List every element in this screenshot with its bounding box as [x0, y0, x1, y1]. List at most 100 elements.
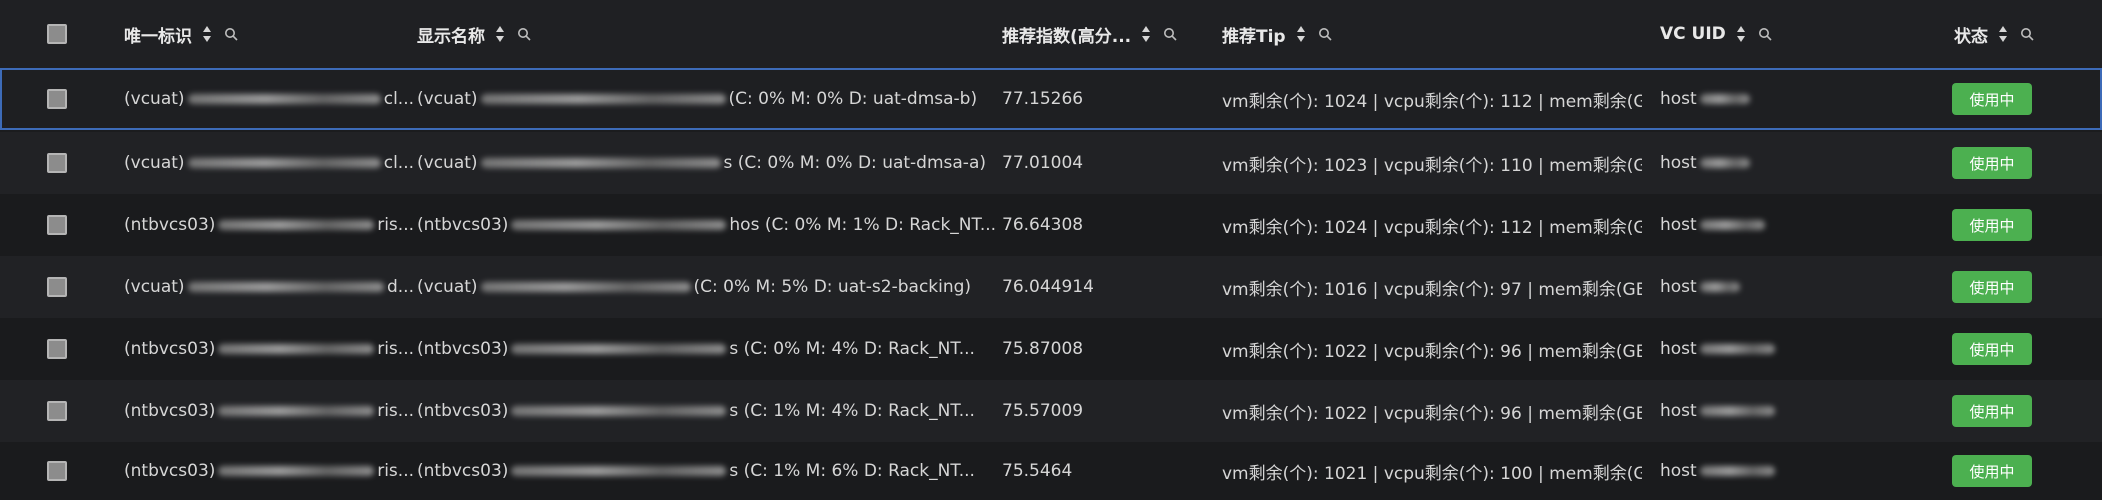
sort-icon[interactable] [495, 25, 505, 43]
redacted-text [218, 406, 375, 416]
redacted-text [511, 344, 727, 354]
id-suffix: d... [386, 277, 414, 297]
header-label: 唯一标识 [124, 26, 192, 47]
header-label: 状态 [1954, 26, 1988, 47]
table-header: 唯一标识 显示名称 推荐指数(高分... 推荐Tip VC UID 状态 [0, 0, 2102, 69]
display-name-cell: (vcuat) (C: 0% M: 5% D: uat-s2-backing) [417, 256, 997, 318]
search-icon[interactable] [224, 27, 238, 41]
table-row[interactable]: (ntbvcs03) ris... (ntbvcs03) hos (C: 0% … [0, 194, 2102, 257]
search-icon[interactable] [517, 27, 531, 41]
tip-cell: vm剩余(个): 1021 | vcpu剩余(个): 100 | mem剩余(G… [1222, 463, 1642, 484]
status-cell: 使用中 [1952, 256, 2072, 318]
status-badge: 使用中 [1952, 209, 2032, 241]
table-row[interactable]: (ntbvcs03) ris... (ntbvcs03) s (C: 1% M:… [0, 380, 2102, 443]
id-suffix: cl... [383, 89, 414, 109]
redacted-text [1699, 94, 1750, 104]
sort-icon[interactable] [1998, 25, 2008, 43]
vc-uid-prefix: host [1660, 153, 1697, 173]
redacted-text [187, 282, 384, 292]
score-cell: 76.64308 [1002, 215, 1084, 235]
redacted-text [1699, 282, 1740, 292]
row-select-cell[interactable] [47, 318, 87, 380]
vc-uid-prefix: host [1660, 89, 1697, 109]
redacted-text [480, 94, 726, 104]
header-tip: 推荐Tip [1222, 0, 1622, 68]
row-select-cell[interactable] [47, 70, 87, 128]
vc-uid-cell: host [1660, 256, 1860, 318]
name-prefix: (vcuat) [417, 89, 478, 109]
select-all-checkbox[interactable] [47, 24, 67, 44]
table-row[interactable]: (ntbvcs03) ris... (ntbvcs03) s (C: 0% M:… [0, 318, 2102, 381]
status-badge: 使用中 [1952, 83, 2032, 115]
table-row[interactable]: (vcuat) cl... (vcuat) (C: 0% M: 0% D: ua… [0, 68, 2102, 130]
vc-uid-prefix: host [1660, 215, 1697, 235]
sort-icon[interactable] [1141, 25, 1151, 43]
row-checkbox[interactable] [47, 89, 67, 109]
select-all-cell[interactable] [47, 0, 87, 68]
vc-uid-prefix: host [1660, 339, 1697, 359]
row-checkbox[interactable] [47, 215, 67, 235]
tip-cell: vm剩余(个): 1022 | vcpu剩余(个): 96 | mem剩余(GB… [1222, 403, 1642, 424]
row-select-cell[interactable] [47, 442, 87, 500]
vc-uid-cell: host [1660, 318, 1860, 380]
redacted-text [480, 282, 691, 292]
row-select-cell[interactable] [47, 194, 87, 256]
tip-cell: vm剩余(个): 1016 | vcpu剩余(个): 97 | mem剩余(GB… [1222, 279, 1642, 300]
unique-id-cell: (vcuat) d... [124, 256, 414, 318]
tip-cell: vm剩余(个): 1024 | vcpu剩余(个): 112 | mem剩余(G… [1222, 217, 1642, 238]
table-row[interactable]: (ntbvcs03) ris... (ntbvcs03) s (C: 1% M:… [0, 442, 2102, 500]
search-icon[interactable] [1163, 27, 1177, 41]
vc-uid-prefix: host [1660, 277, 1697, 297]
display-name-cell: (ntbvcs03) hos (C: 0% M: 1% D: Rack_NT..… [417, 194, 997, 256]
status-badge: 使用中 [1952, 395, 2032, 427]
row-checkbox[interactable] [47, 277, 67, 297]
redacted-text [1699, 406, 1775, 416]
table-row[interactable]: (vcuat) cl... (vcuat) s (C: 0% M: 0% D: … [0, 132, 2102, 195]
name-suffix: s (C: 1% M: 6% D: Rack_NT... [729, 461, 975, 481]
id-suffix: ris... [377, 461, 414, 481]
redacted-text [187, 158, 381, 168]
sort-icon[interactable] [1736, 25, 1746, 43]
tip-cell: vm剩余(个): 1024 | vcpu剩余(个): 112 | mem剩余(G… [1222, 91, 1642, 112]
search-icon[interactable] [2020, 27, 2034, 41]
unique-id-cell: (ntbvcs03) ris... [124, 442, 414, 500]
display-name-cell: (ntbvcs03) s (C: 1% M: 6% D: Rack_NT... [417, 442, 997, 500]
redacted-text [1699, 344, 1775, 354]
id-prefix: (ntbvcs03) [124, 215, 216, 235]
id-prefix: (vcuat) [124, 277, 185, 297]
row-select-cell[interactable] [47, 132, 87, 194]
row-select-cell[interactable] [47, 380, 87, 442]
header-label: 显示名称 [417, 26, 485, 47]
sort-icon[interactable] [202, 25, 212, 43]
name-suffix: s (C: 0% M: 4% D: Rack_NT... [729, 339, 975, 359]
display-name-cell: (ntbvcs03) s (C: 1% M: 4% D: Rack_NT... [417, 380, 997, 442]
redacted-text [511, 220, 727, 230]
redacted-text [480, 158, 721, 168]
name-suffix: s (C: 1% M: 4% D: Rack_NT... [729, 401, 975, 421]
row-checkbox[interactable] [47, 461, 67, 481]
score-cell: 75.57009 [1002, 401, 1084, 421]
redacted-text [1699, 466, 1775, 476]
status-cell: 使用中 [1952, 318, 2072, 380]
score-cell: 77.01004 [1002, 153, 1084, 173]
row-checkbox[interactable] [47, 339, 67, 359]
row-select-cell[interactable] [47, 256, 87, 318]
redacted-text [1699, 220, 1765, 230]
header-display-name: 显示名称 [417, 0, 817, 68]
row-checkbox[interactable] [47, 401, 67, 421]
status-badge: 使用中 [1952, 147, 2032, 179]
display-name-cell: (ntbvcs03) s (C: 0% M: 4% D: Rack_NT... [417, 318, 997, 380]
vc-uid-cell: host [1660, 194, 1860, 256]
table-row[interactable]: (vcuat) d... (vcuat) (C: 0% M: 5% D: uat… [0, 256, 2102, 319]
search-icon[interactable] [1758, 27, 1772, 41]
redacted-text [218, 466, 375, 476]
status-badge: 使用中 [1952, 271, 2032, 303]
name-prefix: (ntbvcs03) [417, 401, 509, 421]
sort-icon[interactable] [1296, 25, 1306, 43]
vc-uid-prefix: host [1660, 461, 1697, 481]
row-checkbox[interactable] [47, 153, 67, 173]
search-icon[interactable] [1318, 27, 1332, 41]
unique-id-cell: (ntbvcs03) ris... [124, 318, 414, 380]
id-suffix: ris... [377, 215, 414, 235]
unique-id-cell: (ntbvcs03) ris... [124, 194, 414, 256]
